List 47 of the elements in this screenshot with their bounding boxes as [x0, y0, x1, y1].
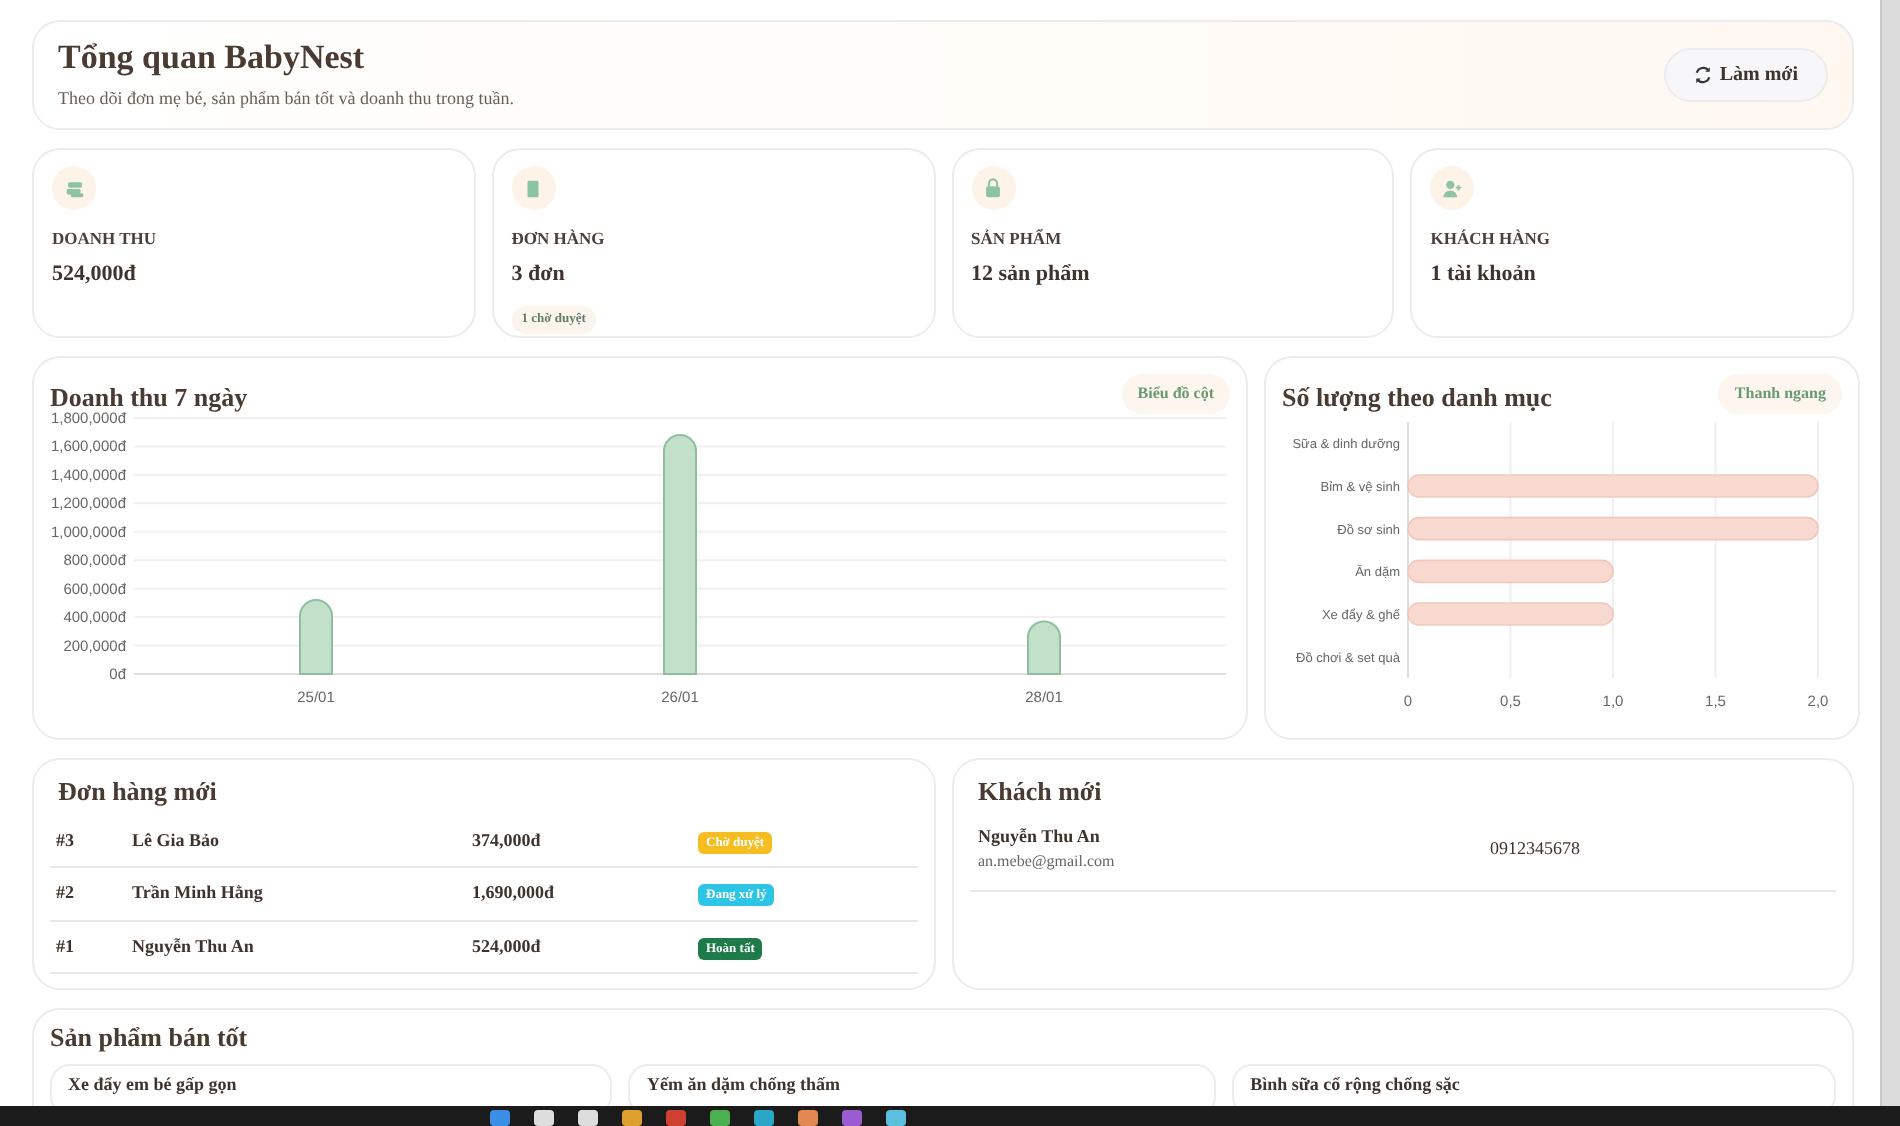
stat-value: 3 đơn — [511, 259, 567, 290]
taskbar-app-icon[interactable] — [710, 1110, 730, 1126]
section-title: Khách mới — [978, 776, 1104, 808]
stat-label: SẢN PHẨM — [971, 226, 1064, 252]
taskbar-app-icon[interactable] — [842, 1110, 862, 1126]
cash-stack-icon — [63, 177, 85, 199]
customer-phone: 0912345678 — [1490, 835, 1580, 862]
order-total: 1,690,000đ — [466, 867, 692, 921]
document-icon — [522, 177, 545, 199]
page-subtitle: Theo dõi đơn mẹ bé, sản phẩm bán tốt và doanh thu trong tuần. — [58, 85, 514, 112]
order-id: #2 — [50, 867, 126, 921]
stat-label: KHÁCH HÀNG — [1430, 226, 1552, 252]
customer-email: an.mebe@gmail.com — [978, 850, 1117, 875]
taskbar-app-icon[interactable] — [490, 1110, 510, 1126]
order-id: #3 — [50, 815, 126, 868]
add-user-icon — [1441, 177, 1464, 199]
customer-name: Nguyễn Thu An — [978, 823, 1102, 850]
taskbar-app-icon[interactable] — [622, 1110, 642, 1126]
stat-label: DOANH THU — [52, 226, 159, 252]
stat-value: 1 tài khoản — [1430, 259, 1538, 290]
taskbar-app-icon[interactable] — [754, 1110, 774, 1126]
revenue-bar — [1027, 620, 1061, 675]
scrollbar[interactable] — [1880, 0, 1900, 1106]
order-total: 374,000đ — [466, 815, 692, 868]
revenue-bar — [299, 599, 333, 675]
taskbar-app-icon[interactable] — [534, 1110, 554, 1126]
order-total: 524,000đ — [466, 920, 692, 974]
chart-title: Số lượng theo danh mục — [1282, 382, 1552, 414]
refresh-icon — [1693, 66, 1712, 84]
order-id: #1 — [50, 920, 126, 974]
customer-name: Nguyễn Thu An — [126, 920, 466, 974]
chart-title: Doanh thu 7 ngày — [50, 382, 248, 412]
taskbar-app-icon[interactable] — [578, 1110, 598, 1126]
stat-value: 524,000đ — [52, 259, 138, 290]
section-title: Sản phẩm bán tốt — [50, 1022, 250, 1054]
refresh-button[interactable]: Làm mới — [1663, 48, 1828, 102]
taskbar-app-icon[interactable] — [798, 1110, 818, 1126]
customer-name: Lê Gia Bảo — [126, 815, 466, 868]
taskbar-app-icon[interactable] — [886, 1110, 906, 1126]
stat-label: ĐƠN HÀNG — [511, 226, 607, 252]
chart-type-badge: Thanh ngang — [1718, 374, 1842, 414]
taskbar-app-icon[interactable] — [666, 1110, 686, 1126]
stat-value: 12 sản phẩm — [971, 259, 1092, 290]
page-title: Tổng quan BabyNest — [58, 37, 367, 78]
chart-type-badge: Biểu đồ cột — [1121, 374, 1230, 414]
customer-name: Trần Minh Hằng — [126, 867, 466, 921]
section-title: Đơn hàng mới — [58, 776, 219, 808]
